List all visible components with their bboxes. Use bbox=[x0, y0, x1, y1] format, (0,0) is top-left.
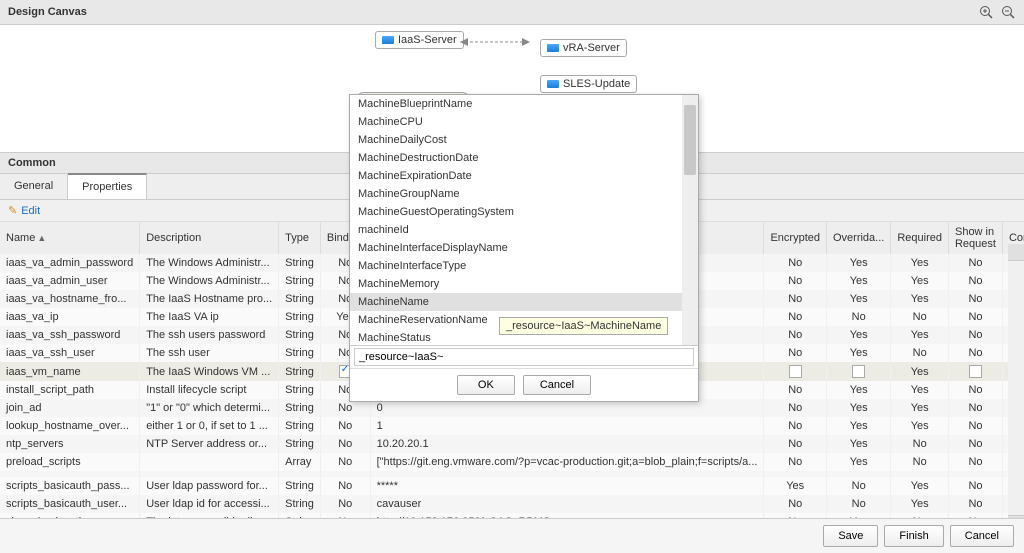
footer: Save Finish Cancel bbox=[0, 518, 1024, 553]
table-row[interactable]: scripts_basicauth_pass...User ldap passw… bbox=[0, 477, 1024, 495]
zoom-in-icon[interactable] bbox=[978, 4, 994, 20]
col-name[interactable]: Name▲ bbox=[0, 222, 140, 254]
binding-dropdown[interactable]: MachineBlueprintNameMachineCPUMachineDai… bbox=[349, 94, 699, 402]
col-type[interactable]: Type bbox=[279, 222, 321, 254]
node-vra-server[interactable]: vRA-Server bbox=[540, 39, 627, 57]
server-icon bbox=[547, 44, 559, 52]
tab-properties[interactable]: Properties bbox=[68, 173, 147, 199]
dropdown-ok-button[interactable]: OK bbox=[457, 375, 515, 395]
finish-button[interactable]: Finish bbox=[884, 525, 943, 547]
dropdown-item[interactable]: MachineBlueprintName bbox=[350, 95, 698, 113]
dropdown-item[interactable]: MachineGroupName bbox=[350, 185, 698, 203]
table-row[interactable]: lookup_hostname_over...either 1 or 0, if… bbox=[0, 417, 1024, 435]
node-sles-update[interactable]: SLES-Update bbox=[540, 75, 637, 93]
cancel-button[interactable]: Cancel bbox=[950, 525, 1014, 547]
vertical-scrollbar[interactable] bbox=[1008, 244, 1024, 532]
server-icon bbox=[547, 80, 559, 88]
dropdown-scrollbar[interactable] bbox=[682, 95, 698, 345]
col-show-in-request[interactable]: Show in Request bbox=[948, 222, 1002, 254]
edit-link[interactable]: Edit bbox=[21, 205, 40, 217]
checkbox[interactable] bbox=[852, 365, 865, 378]
dropdown-item[interactable]: MachineMemory bbox=[350, 275, 698, 293]
binding-tooltip: _resource~IaaS~MachineName bbox=[499, 317, 668, 335]
dropdown-item[interactable]: MachineGuestOperatingSystem bbox=[350, 203, 698, 221]
checkbox[interactable] bbox=[969, 365, 982, 378]
col-required[interactable]: Required bbox=[891, 222, 949, 254]
dropdown-input[interactable] bbox=[354, 348, 694, 366]
pencil-icon: ✎ bbox=[8, 204, 17, 217]
sort-asc-icon: ▲ bbox=[37, 233, 46, 243]
tab-general[interactable]: General bbox=[0, 174, 68, 199]
design-canvas-header: Design Canvas bbox=[0, 0, 1024, 25]
table-row[interactable]: ntp_serversNTP Server address or...Strin… bbox=[0, 435, 1024, 453]
node-iaas-server[interactable]: IaaS-Server bbox=[375, 31, 464, 49]
dropdown-cancel-button[interactable]: Cancel bbox=[523, 375, 591, 395]
table-row[interactable]: scripts_basicauth_user...User ldap id fo… bbox=[0, 495, 1024, 513]
dropdown-item[interactable]: MachineName bbox=[350, 293, 698, 311]
connector-arrow bbox=[460, 37, 530, 47]
dropdown-list[interactable]: MachineBlueprintNameMachineCPUMachineDai… bbox=[350, 95, 698, 345]
dropdown-item[interactable]: MachineInterfaceType bbox=[350, 257, 698, 275]
design-canvas-title: Design Canvas bbox=[8, 6, 87, 18]
dropdown-item[interactable]: MachineInterfaceDisplayName bbox=[350, 239, 698, 257]
col-description[interactable]: Description bbox=[140, 222, 279, 254]
server-icon bbox=[382, 36, 394, 44]
save-button[interactable]: Save bbox=[823, 525, 878, 547]
dropdown-item[interactable]: MachineExpirationDate bbox=[350, 167, 698, 185]
zoom-out-icon[interactable] bbox=[1000, 4, 1016, 20]
dropdown-item[interactable]: MachineDestructionDate bbox=[350, 149, 698, 167]
col-overridable[interactable]: Overrida... bbox=[826, 222, 890, 254]
dropdown-item[interactable]: machineId bbox=[350, 221, 698, 239]
col-encrypted[interactable]: Encrypted bbox=[764, 222, 827, 254]
dropdown-item[interactable]: MachineDailyCost bbox=[350, 131, 698, 149]
table-row[interactable]: preload_scriptsArrayNo["https://git.eng.… bbox=[0, 453, 1024, 471]
checkbox[interactable] bbox=[789, 365, 802, 378]
dropdown-item[interactable]: MachineCPU bbox=[350, 113, 698, 131]
